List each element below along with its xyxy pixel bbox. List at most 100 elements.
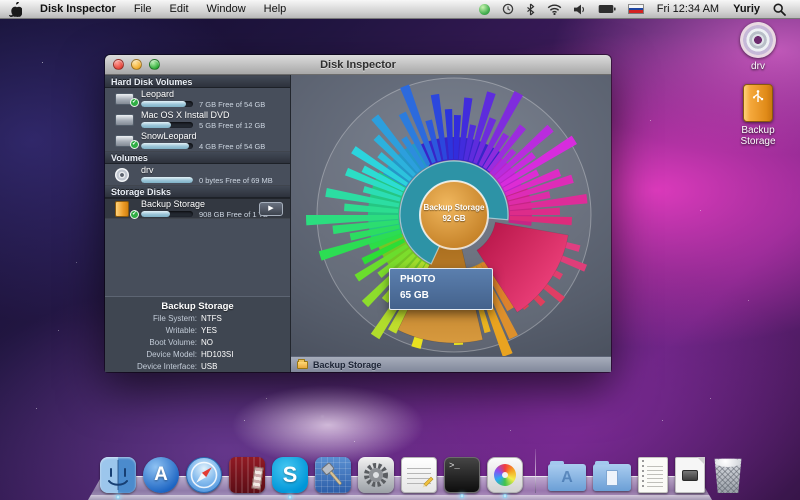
desktop-icon-drv[interactable]: drv xyxy=(735,22,781,72)
info-value: YES xyxy=(201,326,217,336)
chart-area: Backup Storage 92 GB PHOTO 65 GB Backup … xyxy=(291,75,611,372)
dock-finder-icon[interactable] xyxy=(100,457,136,493)
usb-drive-icon xyxy=(743,84,773,122)
desktop-icon-label: drv xyxy=(735,61,781,72)
dock-terminal-icon[interactable]: >_ xyxy=(444,457,480,493)
volume-name: Mac OS X Install DVD xyxy=(141,110,284,120)
menu-window[interactable]: Window xyxy=(198,0,255,19)
info-label: Writable: xyxy=(105,326,197,336)
dock-trash-icon[interactable] xyxy=(712,458,744,493)
dock-system-preferences-icon[interactable] xyxy=(358,457,394,493)
status-bar-label: Backup Storage xyxy=(313,360,382,370)
desktop-icon-label: Backup Storage xyxy=(735,125,781,147)
hard-drive-icon xyxy=(115,114,134,126)
close-button[interactable] xyxy=(113,59,124,70)
spotlight-icon[interactable] xyxy=(767,3,792,16)
volume-name: drv xyxy=(141,165,284,175)
menu-clock[interactable]: Fri 12:34 AM xyxy=(650,3,726,15)
rainbow-disc-icon xyxy=(494,464,516,486)
applications-folder-glyph: A xyxy=(561,469,573,487)
external-drive-icon xyxy=(115,201,129,217)
section-header-storage-disks: Storage Disks xyxy=(105,185,290,198)
menu-file[interactable]: File xyxy=(125,0,161,19)
disk-info-panel: Backup Storage File System:NTFS Writable… xyxy=(105,296,290,372)
section-header-hard-disk-volumes: Hard Disk Volumes xyxy=(105,75,290,88)
drive-glyph xyxy=(682,470,698,481)
volume-row-install-dvd[interactable]: Mac OS X Install DVD 5 GB Free of 12 GB xyxy=(105,109,290,130)
volume-row-backup-storage-selected[interactable]: ✓ Backup Storage 908 GB Free of 1 TB ▶ xyxy=(105,198,290,219)
info-value: HD103SI xyxy=(201,350,233,360)
dock-skype-icon[interactable]: S xyxy=(272,457,308,493)
bluetooth-icon[interactable] xyxy=(520,3,541,16)
photo-strip xyxy=(252,466,264,489)
wifi-icon[interactable] xyxy=(541,4,568,15)
dock-textedit-icon[interactable] xyxy=(401,457,437,493)
window-title: Disk Inspector xyxy=(320,59,396,71)
desktop-icon-backup-storage[interactable]: Backup Storage xyxy=(735,84,781,147)
volume-name: Leopard xyxy=(141,89,284,99)
checkmark-badge-icon: ✓ xyxy=(130,210,139,219)
section-header-volumes: Volumes xyxy=(105,151,290,164)
user-menu[interactable]: Yuriy xyxy=(726,3,767,15)
free-space-label: 7 GB Free of 54 GB xyxy=(199,100,265,109)
zoom-button[interactable] xyxy=(149,59,160,70)
info-value: NO xyxy=(201,338,213,348)
dock-documents-folder-icon[interactable] xyxy=(593,464,631,491)
disk-inspector-window: Disk Inspector Hard Disk Volumes ✓ Leopa… xyxy=(105,55,611,372)
apple-menu-icon[interactable] xyxy=(0,2,31,17)
chart-tooltip: PHOTO 65 GB xyxy=(389,268,493,310)
dock-applications-folder-icon[interactable]: A xyxy=(548,464,586,491)
capacity-bar xyxy=(141,122,193,128)
free-space-label: 4 GB Free of 54 GB xyxy=(199,142,265,151)
capacity-bar xyxy=(141,143,193,149)
info-value: NTFS xyxy=(201,314,222,324)
info-label: File System: xyxy=(105,314,197,324)
dock-divider xyxy=(535,449,536,493)
dock-photo-booth-icon[interactable] xyxy=(229,457,265,493)
info-label: Device Model: xyxy=(105,350,197,360)
info-label: Boot Volume: xyxy=(105,338,197,348)
volume-name: SnowLeopard xyxy=(141,131,284,141)
app-menu[interactable]: Disk Inspector xyxy=(31,0,125,19)
menu-help[interactable]: Help xyxy=(255,0,296,19)
minimize-button[interactable] xyxy=(131,59,142,70)
volume-row-leopard[interactable]: ✓ Leopard 7 GB Free of 54 GB xyxy=(105,88,290,109)
battery-icon[interactable] xyxy=(592,4,622,14)
window-titlebar[interactable]: Disk Inspector xyxy=(105,55,611,75)
volume-row-snowleopard[interactable]: ✓ SnowLeopard 4 GB Free of 54 GB xyxy=(105,130,290,151)
note-lines xyxy=(647,463,663,487)
capacity-bar xyxy=(141,211,193,217)
dock-xcode-icon[interactable] xyxy=(315,457,351,493)
menu-edit[interactable]: Edit xyxy=(161,0,198,19)
dock-disk-inspector-icon[interactable] xyxy=(487,457,523,493)
sunburst-chart[interactable] xyxy=(291,75,611,356)
info-label: Device Interface: xyxy=(105,362,197,372)
input-language-flag-icon[interactable] xyxy=(628,4,644,14)
tooltip-title: PHOTO xyxy=(400,274,482,285)
scan-play-button[interactable]: ▶ xyxy=(259,202,283,216)
time-machine-icon[interactable] xyxy=(496,3,520,15)
green-orb-status-icon[interactable] xyxy=(473,4,496,15)
checkmark-badge-icon: ✓ xyxy=(130,98,139,107)
dock-disk-image-icon[interactable] xyxy=(675,457,705,493)
info-value: USB xyxy=(201,362,217,372)
checkmark-badge-icon: ✓ xyxy=(130,140,139,149)
volumes-sidebar: Hard Disk Volumes ✓ Leopard 7 GB Free of… xyxy=(105,75,291,372)
tooltip-value: 65 GB xyxy=(400,290,482,301)
terminal-prompt-glyph: >_ xyxy=(449,461,460,471)
app-store-glyph: A xyxy=(154,464,168,486)
folder-icon xyxy=(297,361,308,369)
capacity-bar xyxy=(141,177,193,183)
volume-icon[interactable] xyxy=(568,4,592,15)
cd-disc-icon xyxy=(115,168,129,182)
free-space-label: 908 GB Free of 1 TB xyxy=(199,210,268,219)
document-page-icon xyxy=(606,470,618,486)
skype-glyph: S xyxy=(283,462,298,488)
dock-app-store-icon[interactable]: A xyxy=(143,457,179,493)
dock-notes-icon[interactable] xyxy=(638,457,668,493)
free-space-label: 5 GB Free of 12 GB xyxy=(199,121,265,130)
dock-safari-icon[interactable] xyxy=(186,457,222,493)
volume-row-drv[interactable]: drv 0 bytes Free of 69 MB xyxy=(105,164,290,185)
capacity-bar xyxy=(141,101,193,107)
free-space-label: 0 bytes Free of 69 MB xyxy=(199,176,273,185)
